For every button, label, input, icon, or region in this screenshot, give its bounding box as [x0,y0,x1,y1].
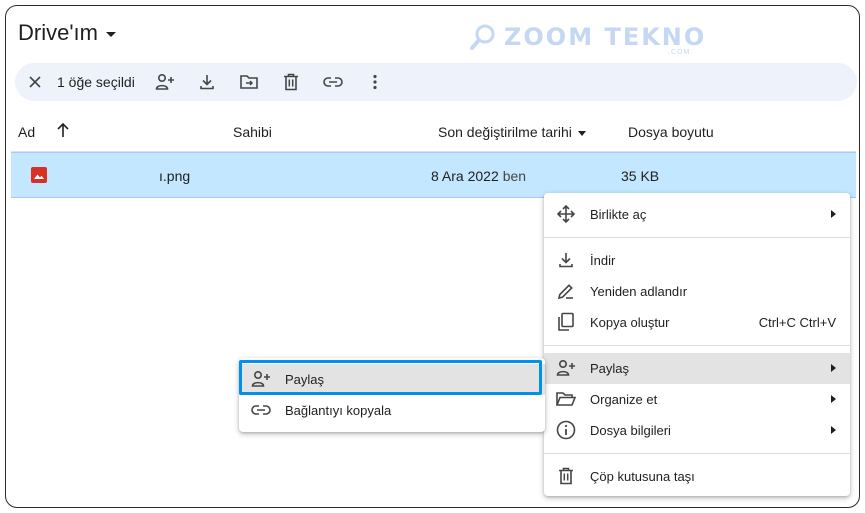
magnifier-icon [470,24,495,50]
menu-item-organize[interactable]: Organize et [544,384,850,415]
menu-item-download[interactable]: İndir [544,245,850,276]
file-modified-by: ben [502,168,527,184]
file-size: 35 KB [621,168,660,184]
menu-item-label: Dosya bilgileri [590,423,671,438]
menu-divider [544,453,850,454]
context-menu: Birlikte aç İndir Yeniden adlandır Kopya… [544,193,850,496]
menu-item-label: Kopya oluştur [590,315,670,330]
watermark-text: ZOOM TEKNO [504,23,707,51]
menu-item-rename[interactable]: Yeniden adlandır [544,276,850,307]
page-title: Drive'ım [18,20,98,45]
menu-item-open-with[interactable]: Birlikte aç [544,199,850,230]
copy-link-toolbar-button[interactable] [323,72,343,92]
menu-item-label: Birlikte aç [590,207,647,222]
person-add-icon [155,73,174,90]
move-toolbar-button[interactable] [239,72,259,92]
copy-icon [556,312,576,332]
chevron-right-icon [831,210,836,218]
file-row[interactable]: ı.png 8 Ara 2022 ben 35 KB [11,152,856,198]
drive-title-button[interactable]: Drive'ım [18,20,116,46]
trash-icon [283,73,298,91]
menu-divider [544,345,850,346]
column-header-name[interactable]: Ad [18,124,35,140]
share-submenu: Paylaş Bağlantıyı kopyala [239,358,545,432]
submenu-item-share[interactable]: Paylaş [239,364,545,395]
download-icon [556,250,576,270]
more-actions-button[interactable] [365,72,385,92]
sort-ascending-button[interactable] [56,122,70,138]
column-header-modified-label: Son değiştirilme tarihi [438,124,572,140]
person-add-icon [251,369,271,389]
share-toolbar-button[interactable] [155,72,175,92]
menu-item-file-info[interactable]: Dosya bilgileri [544,415,850,446]
submenu-item-copy-link[interactable]: Bağlantıyı kopyala [239,395,545,426]
shortcut-hint: Ctrl+C Ctrl+V [758,315,836,330]
clear-selection-button[interactable] [25,72,45,92]
menu-item-label: Yeniden adlandır [590,284,688,299]
watermark-sub: .COM [668,49,691,56]
link-icon [251,400,271,420]
column-header-owner[interactable]: Sahibi [233,124,272,140]
download-toolbar-button[interactable] [197,72,217,92]
column-header-modified[interactable]: Son değiştirilme tarihi [438,124,586,140]
column-header-size[interactable]: Dosya boyutu [628,124,714,140]
caret-down-icon [105,32,116,37]
selection-toolbar: 1 öğe seçildi [15,63,857,101]
file-modified: 8 Ara 2022 ben [431,168,526,184]
chevron-right-icon [831,395,836,403]
pencil-icon [556,281,576,301]
chevron-right-icon [831,426,836,434]
menu-item-label: İndir [590,253,616,268]
caret-down-icon [577,130,586,136]
open-with-icon [556,204,576,224]
download-icon [200,75,214,90]
submenu-item-label: Paylaş [285,372,325,387]
file-modified-date: 8 Ara 2022 [431,168,499,184]
chevron-right-icon [831,364,836,372]
more-vert-icon [373,74,377,90]
file-name: ı.png [159,168,191,184]
image-file-icon [31,167,47,183]
info-icon [556,420,576,440]
folder-open-icon [556,389,576,409]
drive-window: Drive'ım ZOOM TEKNO .COM 1 öğe seçildi A… [5,5,860,508]
selection-count: 1 öğe seçildi [57,74,135,90]
delete-toolbar-button[interactable] [281,72,301,92]
menu-item-share[interactable]: Paylaş [544,353,850,384]
menu-divider [544,237,850,238]
person-add-icon [556,358,576,378]
menu-item-make-copy[interactable]: Kopya oluştur Ctrl+C Ctrl+V [544,307,850,338]
menu-item-label: Organize et [590,392,658,407]
menu-item-trash[interactable]: Çöp kutusuna taşı [544,461,850,492]
submenu-item-label: Bağlantıyı kopyala [285,403,392,418]
arrow-up-icon [57,122,69,137]
trash-icon [556,466,576,486]
menu-item-label: Paylaş [590,361,630,376]
link-icon [323,77,343,87]
close-icon [29,76,41,88]
watermark-logo: ZOOM TEKNO .COM [468,22,707,56]
folder-move-icon [240,75,258,89]
menu-item-label: Çöp kutusuna taşı [590,469,695,484]
